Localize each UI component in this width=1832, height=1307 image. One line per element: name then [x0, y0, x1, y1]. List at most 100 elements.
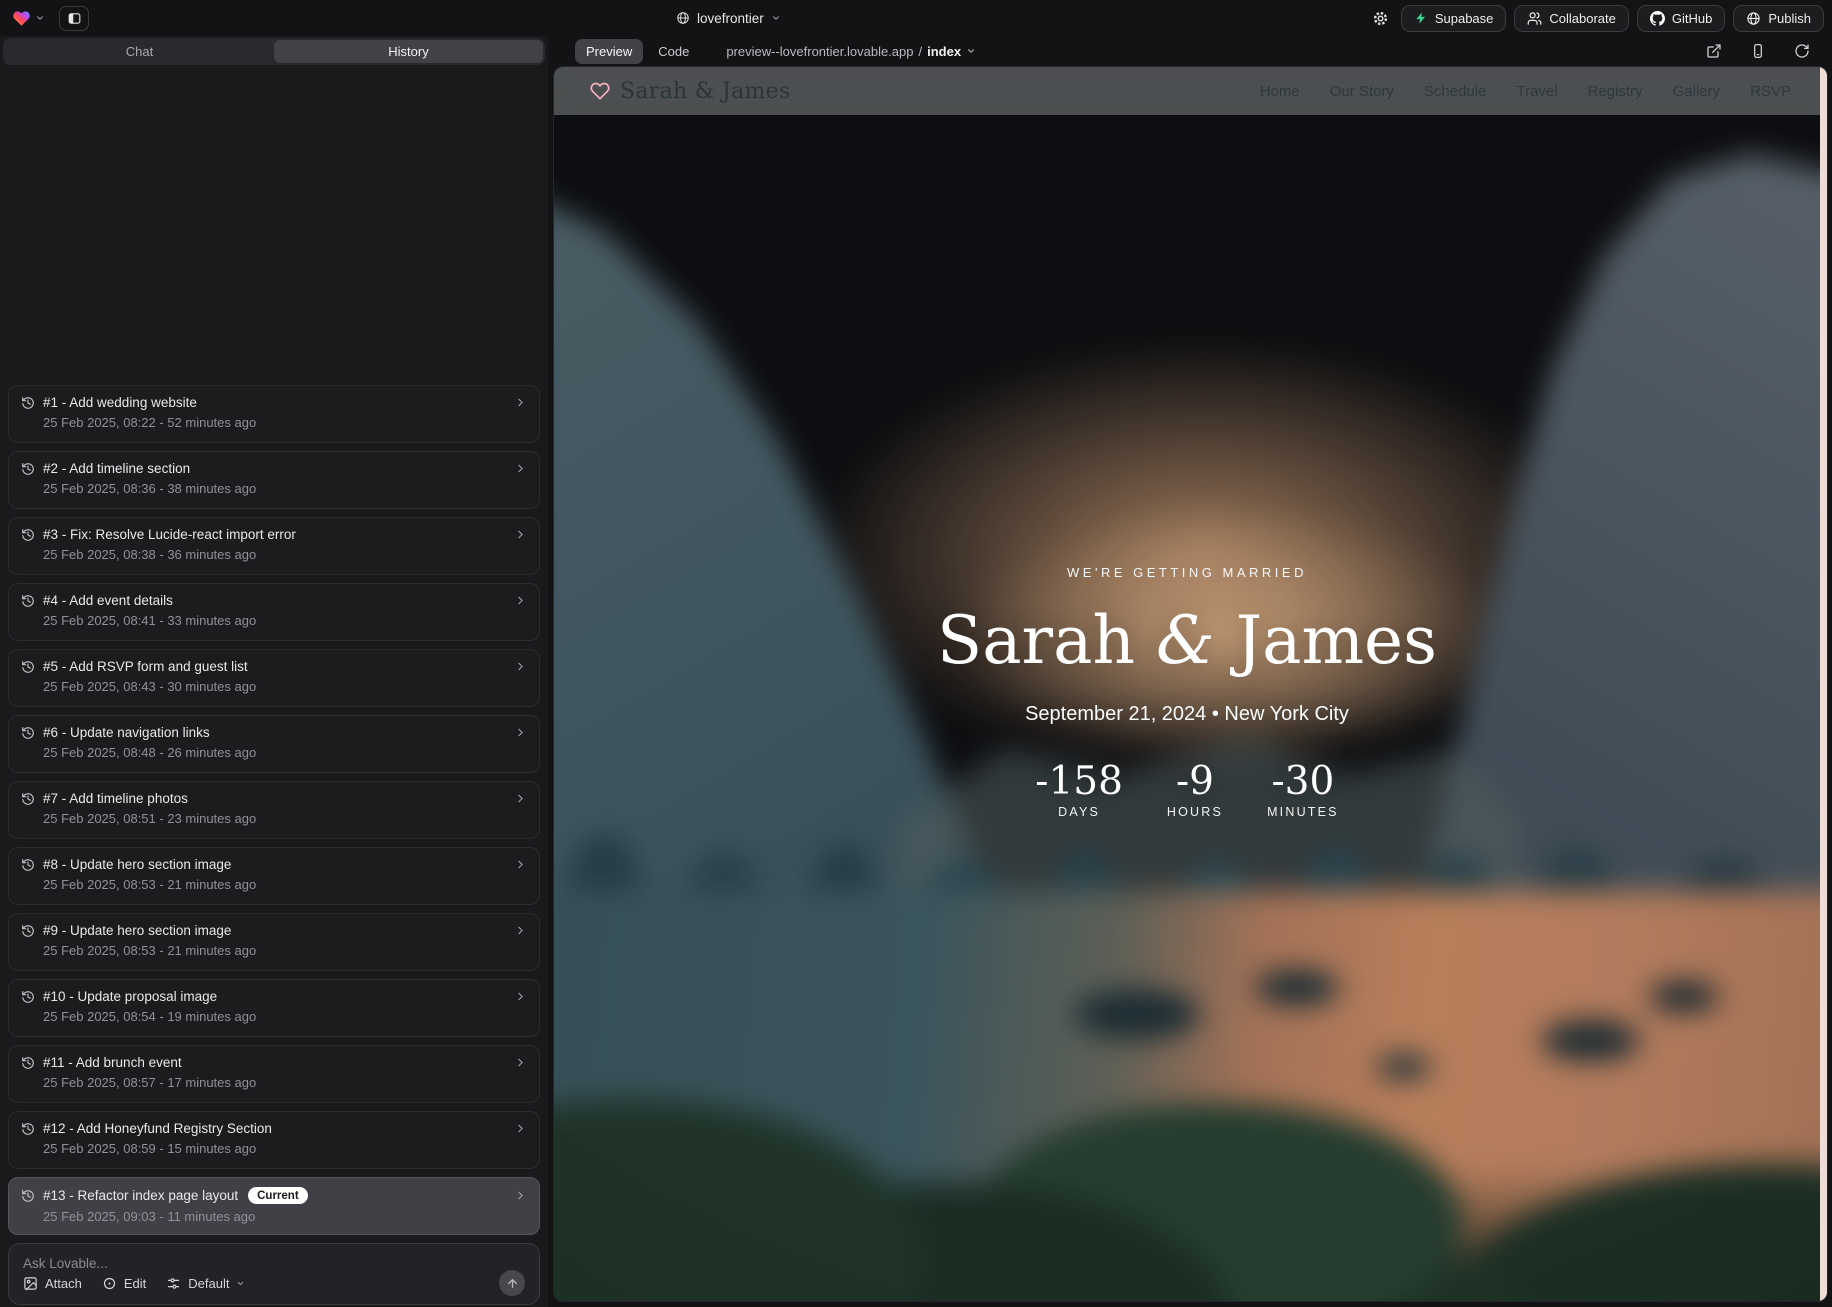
- history-clock-icon: [21, 660, 35, 674]
- github-label: GitHub: [1672, 11, 1712, 26]
- sidebar-toggle-button[interactable]: [59, 6, 89, 31]
- chevron-right-icon: [514, 528, 527, 541]
- history-item[interactable]: #2 - Add timeline section 25 Feb 2025, 0…: [8, 451, 540, 509]
- send-button[interactable]: [499, 1270, 525, 1296]
- history-item-title: #7 - Add timeline photos: [43, 791, 188, 806]
- countdown-days-label: DAYS: [1035, 805, 1123, 819]
- supabase-label: Supabase: [1435, 11, 1494, 26]
- refresh-button[interactable]: [1790, 39, 1814, 63]
- project-switcher[interactable]: lovefrontier: [676, 11, 781, 26]
- history-item-time: 25 Feb 2025, 08:53 - 21 minutes ago: [43, 943, 527, 958]
- countdown-days: -158 DAYS: [1035, 762, 1123, 819]
- history-clock-icon: [21, 726, 35, 740]
- publish-button[interactable]: Publish: [1733, 5, 1824, 32]
- preview-url-host: preview--lovefrontier.lovable.app: [726, 44, 913, 59]
- site-header: Sarah & James Home Our Story Schedule Tr…: [554, 67, 1827, 115]
- history-item-title: #4 - Add event details: [43, 593, 173, 608]
- history-item[interactable]: #4 - Add event details 25 Feb 2025, 08:4…: [8, 583, 540, 641]
- history-item-title: #8 - Update hero section image: [43, 857, 231, 872]
- gear-icon: [1372, 10, 1389, 27]
- nav-schedule[interactable]: Schedule: [1424, 83, 1487, 100]
- site-brand-name: Sarah & James: [620, 79, 791, 104]
- github-button[interactable]: GitHub: [1637, 5, 1725, 32]
- attach-button[interactable]: Attach: [23, 1276, 82, 1291]
- history-item-title: #10 - Update proposal image: [43, 989, 217, 1004]
- nav-registry[interactable]: Registry: [1588, 83, 1643, 100]
- history-clock-icon: [21, 792, 35, 806]
- history-item[interactable]: #13 - Refactor index page layout Current…: [8, 1177, 540, 1235]
- history-item-time: 25 Feb 2025, 08:53 - 21 minutes ago: [43, 877, 527, 892]
- image-icon: [23, 1276, 38, 1291]
- tab-chat[interactable]: Chat: [5, 40, 274, 63]
- history-clock-icon: [21, 1056, 35, 1070]
- history-item-time: 25 Feb 2025, 08:48 - 26 minutes ago: [43, 745, 527, 760]
- tab-code[interactable]: Code: [647, 39, 700, 64]
- history-clock-icon: [21, 858, 35, 872]
- collaborate-button[interactable]: Collaborate: [1514, 5, 1629, 32]
- chevron-right-icon: [514, 594, 527, 607]
- tab-preview[interactable]: Preview: [575, 39, 643, 64]
- publish-globe-icon: [1746, 11, 1761, 26]
- lovable-logo-menu[interactable]: [12, 9, 45, 28]
- history-item[interactable]: #8 - Update hero section image 25 Feb 20…: [8, 847, 540, 905]
- chevron-right-icon: [514, 1189, 527, 1202]
- tab-history[interactable]: History: [274, 40, 543, 63]
- open-in-new-tab-button[interactable]: [1702, 39, 1726, 63]
- history-item[interactable]: #5 - Add RSVP form and guest list 25 Feb…: [8, 649, 540, 707]
- history-clock-icon: [21, 1122, 35, 1136]
- chevron-right-icon: [514, 924, 527, 937]
- project-name: lovefrontier: [697, 11, 764, 26]
- history-clock-icon: [21, 528, 35, 542]
- target-icon: [102, 1276, 117, 1291]
- supabase-button[interactable]: Supabase: [1401, 5, 1507, 32]
- nav-home[interactable]: Home: [1260, 83, 1300, 100]
- history-item[interactable]: #6 - Update navigation links 25 Feb 2025…: [8, 715, 540, 773]
- countdown-minutes-value: -30: [1267, 762, 1339, 801]
- history-clock-icon: [21, 462, 35, 476]
- history-clock-icon: [21, 594, 35, 608]
- countdown-hours: -9 HOURS: [1167, 762, 1223, 819]
- mobile-view-button[interactable]: [1746, 39, 1770, 63]
- site-scrollbar[interactable]: [1820, 67, 1827, 1301]
- history-item-time: 25 Feb 2025, 09:03 - 11 minutes ago: [43, 1209, 527, 1224]
- history-item[interactable]: #7 - Add timeline photos 25 Feb 2025, 08…: [8, 781, 540, 839]
- chevron-right-icon: [514, 858, 527, 871]
- countdown: -158 DAYS -9 HOURS -30 MINUTES: [554, 762, 1820, 819]
- ask-lovable-input[interactable]: [23, 1256, 525, 1271]
- history-item-title: #2 - Add timeline section: [43, 461, 190, 476]
- nav-rsvp[interactable]: RSVP: [1750, 83, 1791, 100]
- countdown-hours-value: -9: [1167, 762, 1223, 801]
- chevron-down-icon: [966, 46, 976, 56]
- history-item[interactable]: #9 - Update hero section image 25 Feb 20…: [8, 913, 540, 971]
- history-item-title: #3 - Fix: Resolve Lucide-react import er…: [43, 527, 296, 542]
- history-item[interactable]: #11 - Add brunch event 25 Feb 2025, 08:5…: [8, 1045, 540, 1103]
- edit-button[interactable]: Edit: [102, 1276, 146, 1291]
- chevron-right-icon: [514, 1122, 527, 1135]
- history-item[interactable]: #1 - Add wedding website 25 Feb 2025, 08…: [8, 385, 540, 443]
- history-item[interactable]: #3 - Fix: Resolve Lucide-react import er…: [8, 517, 540, 575]
- attach-label: Attach: [45, 1276, 82, 1291]
- nav-travel[interactable]: Travel: [1516, 83, 1557, 100]
- history-clock-icon: [21, 924, 35, 938]
- preview-url-bar[interactable]: preview--lovefrontier.lovable.app / inde…: [726, 44, 976, 59]
- site-brand[interactable]: Sarah & James: [590, 79, 791, 104]
- history-item[interactable]: #10 - Update proposal image 25 Feb 2025,…: [8, 979, 540, 1037]
- hero-title: Sarah & James: [554, 602, 1820, 679]
- settings-button[interactable]: [1368, 6, 1393, 31]
- chat-history-panel: Chat History #1 - Add wedding website 25…: [0, 36, 548, 1307]
- nav-gallery[interactable]: Gallery: [1673, 83, 1721, 100]
- panel-left-icon: [67, 11, 82, 26]
- history-item-time: 25 Feb 2025, 08:22 - 52 minutes ago: [43, 415, 527, 430]
- users-icon: [1527, 11, 1542, 26]
- collaborate-label: Collaborate: [1549, 11, 1616, 26]
- chevron-right-icon: [514, 726, 527, 739]
- arrow-up-icon: [506, 1277, 519, 1290]
- history-item-time: 25 Feb 2025, 08:54 - 19 minutes ago: [43, 1009, 527, 1024]
- mode-select-button[interactable]: Default: [166, 1276, 245, 1291]
- history-item[interactable]: #12 - Add Honeyfund Registry Section 25 …: [8, 1111, 540, 1169]
- history-item-time: 25 Feb 2025, 08:41 - 33 minutes ago: [43, 613, 527, 628]
- preview-header: Preview Code preview--lovefrontier.lovab…: [553, 36, 1828, 66]
- preview-viewport: Sarah & James Home Our Story Schedule Tr…: [553, 66, 1828, 1302]
- chevron-right-icon: [514, 792, 527, 805]
- nav-our-story[interactable]: Our Story: [1330, 83, 1394, 100]
